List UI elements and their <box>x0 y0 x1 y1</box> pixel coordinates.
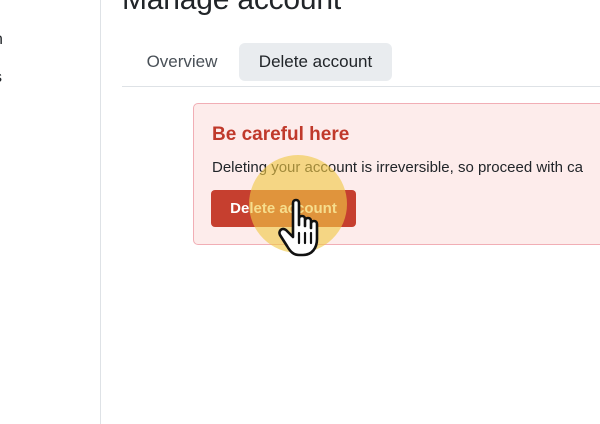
danger-zone-card: Be careful here Deleting your account is… <box>193 103 600 245</box>
page-title: Manage account <box>122 0 341 17</box>
danger-zone-title: Be careful here <box>212 124 350 145</box>
tab-delete-account[interactable]: Delete account <box>239 43 392 81</box>
app-viewport: n s Manage account Overview Delete accou… <box>0 0 600 424</box>
sidebar-item-label: s <box>0 69 2 86</box>
sidebar-item-0[interactable]: n <box>0 31 3 49</box>
delete-account-button[interactable]: Delete account <box>211 190 356 227</box>
sidebar: n s <box>0 0 101 424</box>
tab-overview[interactable]: Overview <box>130 43 234 81</box>
danger-zone-message: Deleting your account is irreversible, s… <box>212 159 584 176</box>
sidebar-item-1[interactable]: s <box>0 69 2 87</box>
sidebar-item-label: n <box>0 31 3 48</box>
account-tabs: Overview Delete account <box>122 43 600 87</box>
